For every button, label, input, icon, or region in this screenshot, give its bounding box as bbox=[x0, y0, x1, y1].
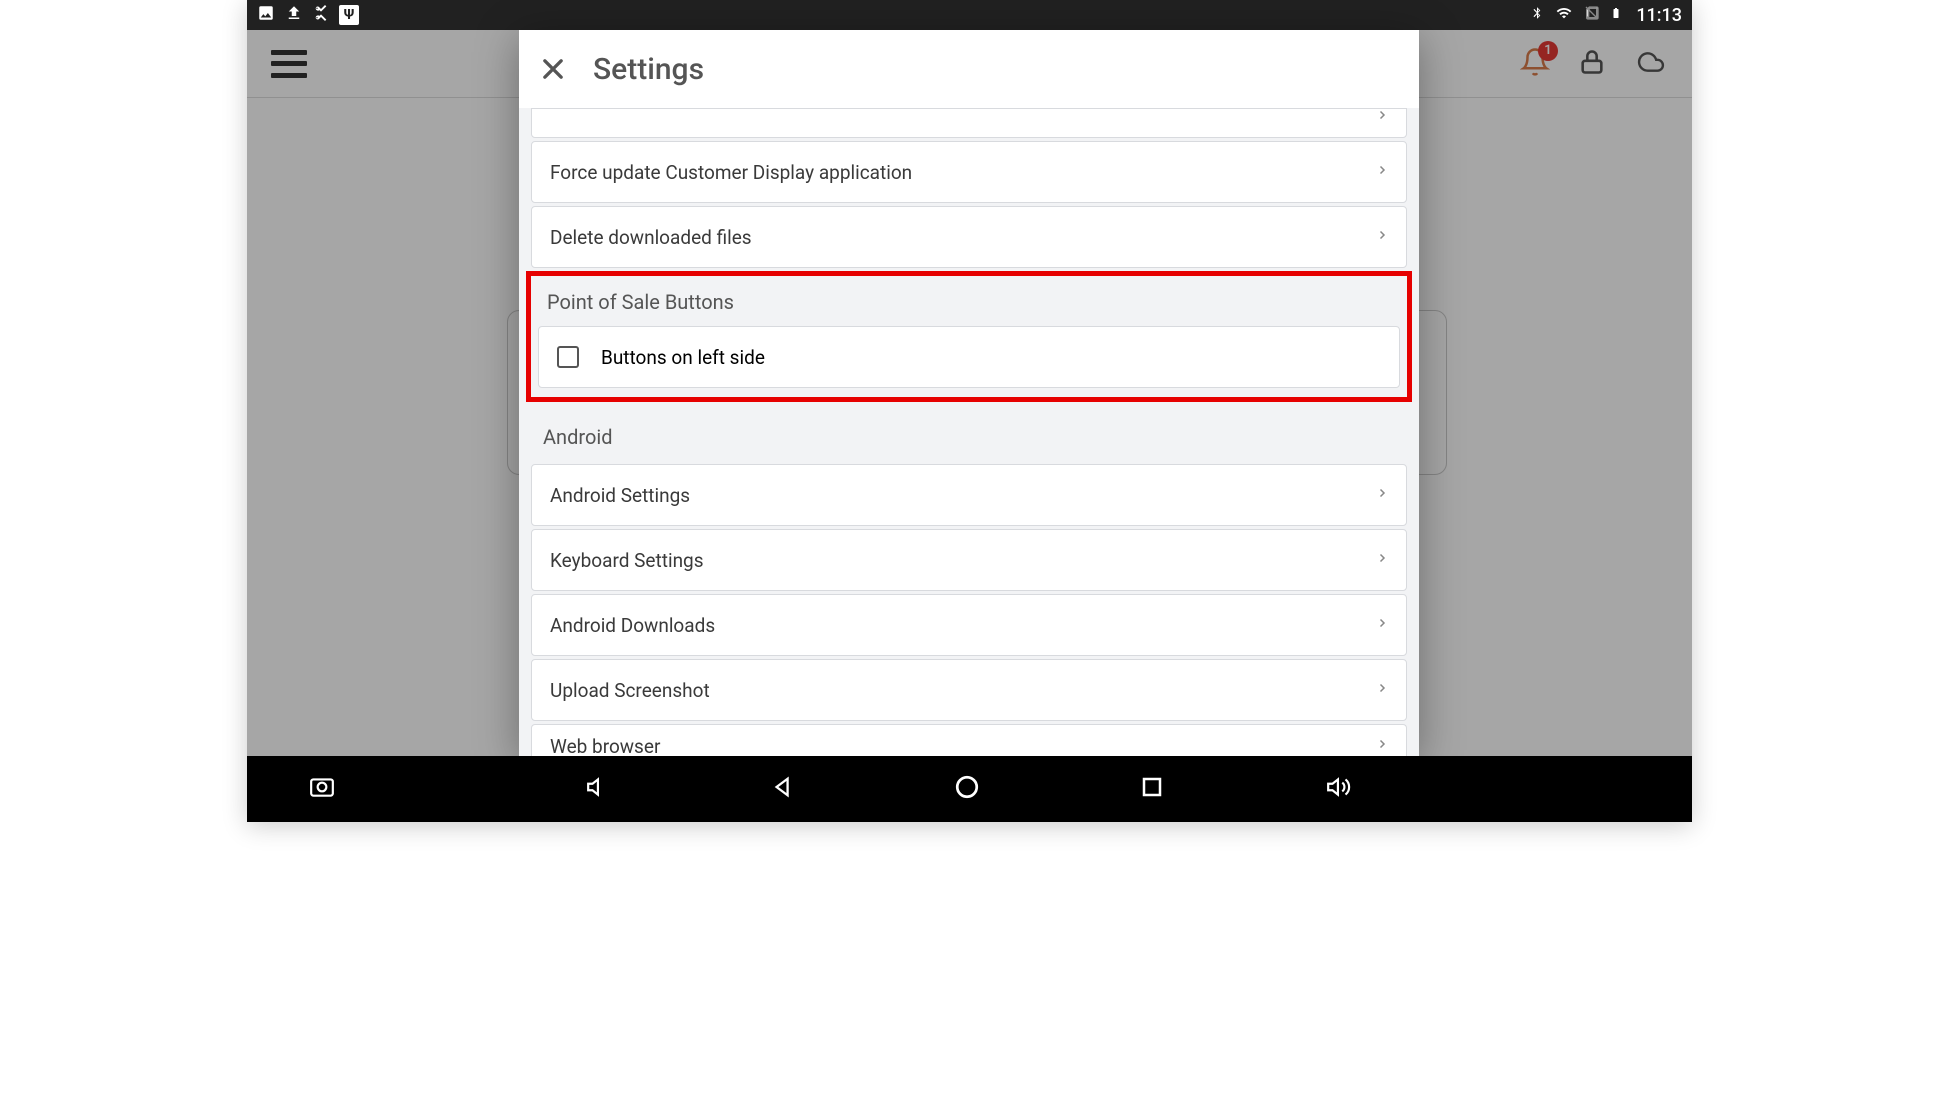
settings-row-upload-screenshot[interactable]: Upload Screenshot bbox=[531, 659, 1407, 721]
scissors-icon bbox=[313, 5, 329, 26]
settings-row-keyboard-settings[interactable]: Keyboard Settings bbox=[531, 529, 1407, 591]
close-button[interactable] bbox=[537, 53, 569, 85]
settings-row-force-update[interactable]: Force update Customer Display applicatio… bbox=[531, 141, 1407, 203]
settings-row-web-browser[interactable]: Web browser bbox=[531, 724, 1407, 756]
android-nav-bar bbox=[247, 756, 1692, 822]
row-label: Delete downloaded files bbox=[550, 226, 752, 249]
chevron-right-icon bbox=[1376, 549, 1388, 572]
chevron-right-icon bbox=[1376, 108, 1388, 129]
checkbox-label: Buttons on left side bbox=[601, 346, 765, 369]
settings-dialog: Settings Force update Customer Display a… bbox=[519, 30, 1419, 756]
settings-row-android-downloads[interactable]: Android Downloads bbox=[531, 594, 1407, 656]
row-label: Android Downloads bbox=[550, 614, 715, 637]
section-header-android: Android bbox=[531, 409, 1407, 461]
usb-icon: Ψ bbox=[339, 5, 359, 25]
chevron-right-icon bbox=[1376, 226, 1388, 249]
row-label: Upload Screenshot bbox=[550, 679, 710, 702]
highlighted-section: Point of Sale Buttons Buttons on left si… bbox=[526, 271, 1412, 402]
checkbox-row-buttons-left[interactable]: Buttons on left side bbox=[538, 326, 1400, 388]
android-status-bar: Ψ 11:13 bbox=[247, 0, 1692, 30]
dialog-body[interactable]: Force update Customer Display applicatio… bbox=[519, 108, 1419, 756]
chevron-right-icon bbox=[1376, 161, 1388, 184]
chevron-right-icon bbox=[1376, 735, 1388, 756]
dialog-title: Settings bbox=[593, 52, 704, 87]
row-label: Keyboard Settings bbox=[550, 549, 704, 572]
back-button[interactable] bbox=[772, 774, 794, 804]
settings-row-android-settings[interactable]: Android Settings bbox=[531, 464, 1407, 526]
section-header-pos: Point of Sale Buttons bbox=[531, 276, 1407, 326]
home-button[interactable] bbox=[954, 774, 980, 804]
status-time: 11:13 bbox=[1636, 5, 1682, 26]
row-label: Force update Customer Display applicatio… bbox=[550, 161, 912, 184]
chevron-right-icon bbox=[1376, 614, 1388, 637]
settings-row-delete-downloads[interactable]: Delete downloaded files bbox=[531, 206, 1407, 268]
row-label: Android Settings bbox=[550, 484, 690, 507]
chevron-right-icon bbox=[1376, 484, 1388, 507]
wifi-icon bbox=[1554, 5, 1574, 26]
battery-icon bbox=[1610, 3, 1622, 28]
settings-row[interactable] bbox=[531, 108, 1407, 138]
chevron-right-icon bbox=[1376, 679, 1388, 702]
checkbox[interactable] bbox=[557, 346, 579, 368]
upload-icon bbox=[285, 4, 303, 27]
image-icon bbox=[257, 4, 275, 27]
row-label: Web browser bbox=[550, 735, 660, 756]
volume-down-button[interactable] bbox=[586, 774, 612, 804]
volume-up-button[interactable] bbox=[1324, 774, 1354, 804]
bluetooth-icon bbox=[1530, 4, 1544, 27]
recents-button[interactable] bbox=[1140, 775, 1164, 803]
no-sim-icon bbox=[1584, 4, 1600, 27]
screenshot-button[interactable] bbox=[307, 774, 337, 804]
